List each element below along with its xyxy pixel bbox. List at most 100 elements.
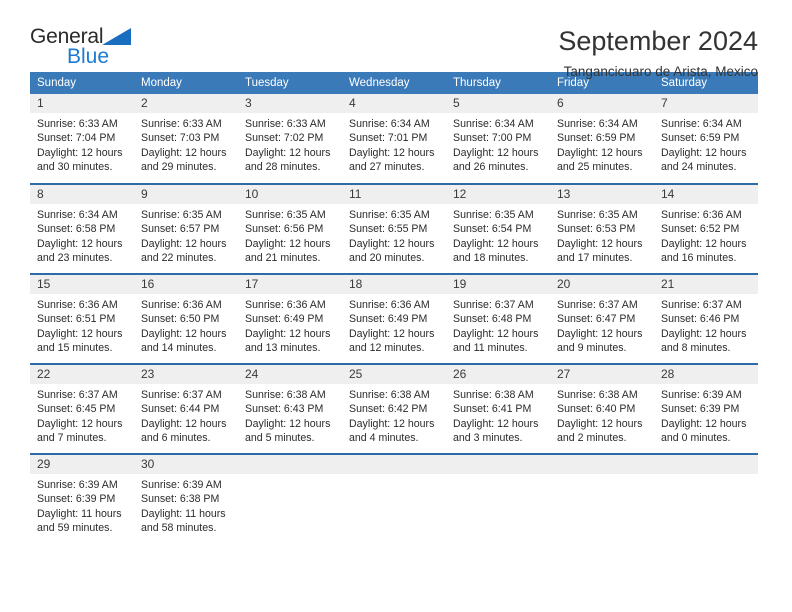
day-details: Sunrise: 6:39 AM Sunset: 6:39 PM Dayligh… [654,384,758,445]
day-cell[interactable]: 11 Sunrise: 6:35 AM Sunset: 6:55 PM Dayl… [342,183,446,274]
sunrise-text: Sunrise: 6:35 AM [349,209,430,221]
sunrise-text: Sunrise: 6:36 AM [661,209,742,221]
day-cell[interactable]: 24 Sunrise: 6:38 AM Sunset: 6:43 PM Dayl… [238,363,342,454]
day-number: 2 [134,94,238,113]
sunrise-text: Sunrise: 6:37 AM [557,299,638,311]
day-cell[interactable]: 19 Sunrise: 6:37 AM Sunset: 6:48 PM Dayl… [446,273,550,364]
day-cell[interactable]: 2 Sunrise: 6:33 AM Sunset: 7:03 PM Dayli… [134,94,238,184]
sunset-text: Sunset: 7:02 PM [245,132,324,145]
day-details: Sunrise: 6:33 AM Sunset: 7:04 PM Dayligh… [30,113,134,174]
day-details: Sunrise: 6:35 AM Sunset: 6:57 PM Dayligh… [134,204,238,265]
sunrise-text: Sunrise: 6:39 AM [141,479,222,491]
daylight-text-line2: and 26 minutes. [453,160,529,173]
day-cell[interactable]: 27 Sunrise: 6:38 AM Sunset: 6:40 PM Dayl… [550,363,654,454]
day-number: 12 [446,185,550,204]
sunset-text: Sunset: 6:53 PM [557,223,636,236]
sunrise-text: Sunrise: 6:37 AM [141,389,222,401]
day-cell[interactable]: 30 Sunrise: 6:39 AM Sunset: 6:38 PM Dayl… [134,453,238,544]
day-cell[interactable]: 5 Sunrise: 6:34 AM Sunset: 7:00 PM Dayli… [446,94,550,184]
day-cell[interactable]: 16 Sunrise: 6:36 AM Sunset: 6:50 PM Dayl… [134,273,238,364]
daylight-text-line2: and 12 minutes. [349,341,425,354]
daylight-text-line2: and 22 minutes. [141,251,217,264]
daylight-text-line1: Daylight: 12 hours [557,237,643,250]
daylight-text-line2: and 13 minutes. [245,341,321,354]
weekday-header-sunday: Sunday [30,72,134,94]
day-details: Sunrise: 6:36 AM Sunset: 6:49 PM Dayligh… [238,294,342,355]
sunset-text: Sunset: 6:39 PM [37,493,116,506]
daylight-text-line1: Daylight: 12 hours [245,237,331,250]
day-cell[interactable]: 9 Sunrise: 6:35 AM Sunset: 6:57 PM Dayli… [134,183,238,274]
daylight-text-line1: Daylight: 12 hours [661,417,747,430]
sunset-text: Sunset: 6:48 PM [453,313,532,326]
day-details: Sunrise: 6:37 AM Sunset: 6:48 PM Dayligh… [446,294,550,355]
sunrise-text: Sunrise: 6:37 AM [453,299,534,311]
daylight-text-line2: and 18 minutes. [453,251,529,264]
day-number: 23 [134,365,238,384]
day-cell[interactable]: 6 Sunrise: 6:34 AM Sunset: 6:59 PM Dayli… [550,94,654,184]
day-number [238,455,342,474]
day-cell[interactable]: 15 Sunrise: 6:36 AM Sunset: 6:51 PM Dayl… [30,273,134,364]
day-number: 9 [134,185,238,204]
day-cell[interactable]: 4 Sunrise: 6:34 AM Sunset: 7:01 PM Dayli… [342,94,446,184]
day-cell[interactable]: 14 Sunrise: 6:36 AM Sunset: 6:52 PM Dayl… [654,183,758,274]
day-number: 17 [238,275,342,294]
day-details: Sunrise: 6:34 AM Sunset: 7:00 PM Dayligh… [446,113,550,174]
daylight-text-line2: and 29 minutes. [141,160,217,173]
day-details: Sunrise: 6:33 AM Sunset: 7:03 PM Dayligh… [134,113,238,174]
day-number: 21 [654,275,758,294]
day-details: Sunrise: 6:35 AM Sunset: 6:53 PM Dayligh… [550,204,654,265]
daylight-text-line1: Daylight: 12 hours [37,327,123,340]
calendar-wrapper: Sunday Monday Tuesday Wednesday Thursday… [0,72,792,544]
daylight-text-line1: Daylight: 12 hours [141,417,227,430]
general-blue-logo[interactable]: General Blue [30,26,150,74]
day-number [342,455,446,474]
day-number: 18 [342,275,446,294]
day-cell[interactable]: 18 Sunrise: 6:36 AM Sunset: 6:49 PM Dayl… [342,273,446,364]
calendar-body: 1 Sunrise: 6:33 AM Sunset: 7:04 PM Dayli… [30,94,758,544]
sunset-text: Sunset: 6:38 PM [141,493,220,506]
day-cell[interactable]: 23 Sunrise: 6:37 AM Sunset: 6:44 PM Dayl… [134,363,238,454]
day-details: Sunrise: 6:36 AM Sunset: 6:52 PM Dayligh… [654,204,758,265]
day-cell[interactable]: 25 Sunrise: 6:38 AM Sunset: 6:42 PM Dayl… [342,363,446,454]
day-cell[interactable]: 17 Sunrise: 6:36 AM Sunset: 6:49 PM Dayl… [238,273,342,364]
daylight-text-line2: and 3 minutes. [453,431,523,444]
day-details: Sunrise: 6:37 AM Sunset: 6:45 PM Dayligh… [30,384,134,445]
day-cell[interactable]: 13 Sunrise: 6:35 AM Sunset: 6:53 PM Dayl… [550,183,654,274]
daylight-text-line2: and 7 minutes. [37,431,107,444]
day-cell[interactable]: 1 Sunrise: 6:33 AM Sunset: 7:04 PM Dayli… [30,94,134,184]
day-number: 28 [654,365,758,384]
calendar-table: Sunday Monday Tuesday Wednesday Thursday… [30,72,758,544]
day-cell[interactable]: 3 Sunrise: 6:33 AM Sunset: 7:02 PM Dayli… [238,94,342,184]
day-cell[interactable]: 20 Sunrise: 6:37 AM Sunset: 6:47 PM Dayl… [550,273,654,364]
week-row: 29 Sunrise: 6:39 AM Sunset: 6:39 PM Dayl… [30,453,758,544]
day-cell[interactable]: 12 Sunrise: 6:35 AM Sunset: 6:54 PM Dayl… [446,183,550,274]
day-cell[interactable]: 8 Sunrise: 6:34 AM Sunset: 6:58 PM Dayli… [30,183,134,274]
day-number: 11 [342,185,446,204]
daylight-text-line1: Daylight: 12 hours [557,417,643,430]
daylight-text-line2: and 24 minutes. [661,160,737,173]
day-number: 13 [550,185,654,204]
week-row: 15 Sunrise: 6:36 AM Sunset: 6:51 PM Dayl… [30,273,758,364]
day-cell[interactable]: 21 Sunrise: 6:37 AM Sunset: 6:46 PM Dayl… [654,273,758,364]
day-cell[interactable]: 28 Sunrise: 6:39 AM Sunset: 6:39 PM Dayl… [654,363,758,454]
day-number: 30 [134,455,238,474]
sunrise-text: Sunrise: 6:36 AM [37,299,118,311]
day-cell[interactable]: 29 Sunrise: 6:39 AM Sunset: 6:39 PM Dayl… [30,453,134,544]
day-cell[interactable]: 10 Sunrise: 6:35 AM Sunset: 6:56 PM Dayl… [238,183,342,274]
day-cell[interactable]: 26 Sunrise: 6:38 AM Sunset: 6:41 PM Dayl… [446,363,550,454]
sunset-text: Sunset: 6:45 PM [37,403,116,416]
day-cell[interactable]: 22 Sunrise: 6:37 AM Sunset: 6:45 PM Dayl… [30,363,134,454]
day-number: 4 [342,94,446,113]
daylight-text-line1: Daylight: 12 hours [661,146,747,159]
day-details: Sunrise: 6:34 AM Sunset: 6:59 PM Dayligh… [654,113,758,174]
sunrise-text: Sunrise: 6:38 AM [245,389,326,401]
sunrise-text: Sunrise: 6:34 AM [661,118,742,130]
sunset-text: Sunset: 6:49 PM [245,313,324,326]
sunrise-text: Sunrise: 6:37 AM [661,299,742,311]
daylight-text-line1: Daylight: 12 hours [245,417,331,430]
weekday-header-thursday: Thursday [446,72,550,94]
day-details: Sunrise: 6:39 AM Sunset: 6:39 PM Dayligh… [30,474,134,535]
day-cell[interactable]: 7 Sunrise: 6:34 AM Sunset: 6:59 PM Dayli… [654,94,758,184]
daylight-text-line2: and 6 minutes. [141,431,211,444]
day-details: Sunrise: 6:37 AM Sunset: 6:47 PM Dayligh… [550,294,654,355]
